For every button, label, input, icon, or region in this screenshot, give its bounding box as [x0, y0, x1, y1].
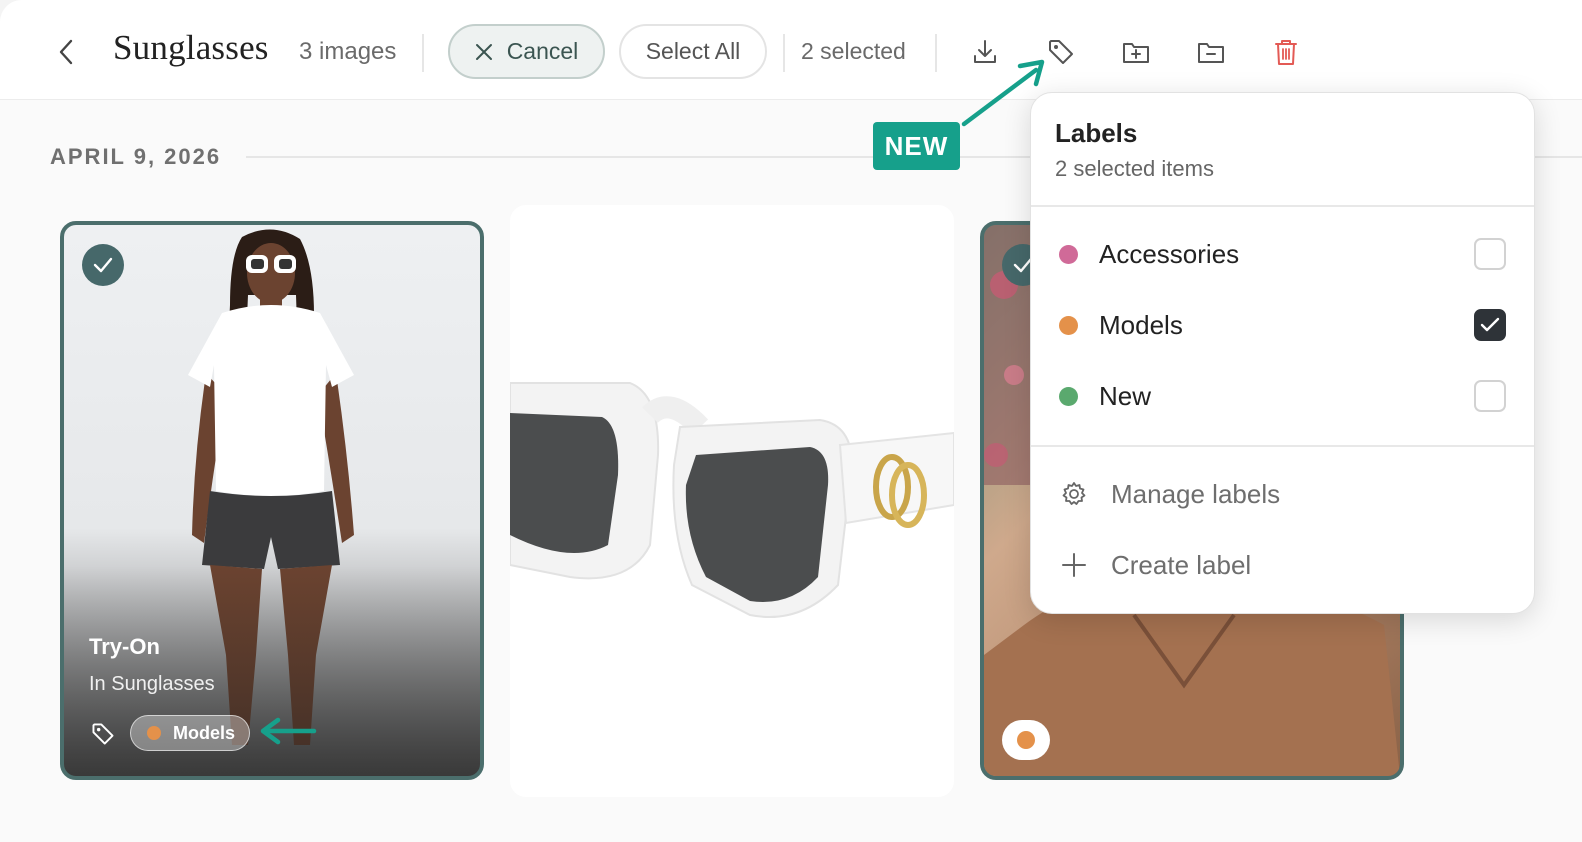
label-color-dot: [1059, 315, 1078, 335]
create-label-button[interactable]: Create label: [1031, 535, 1534, 595]
label-color-dot: [1059, 386, 1078, 406]
label-name: New: [1099, 380, 1152, 411]
cancel-label: Cancel: [506, 38, 579, 64]
sunglasses-photo: [510, 382, 954, 618]
new-badge: NEW: [873, 122, 960, 170]
plus-icon: [1059, 550, 1089, 580]
card-subtitle: In Sunglasses: [89, 673, 215, 695]
action-label: Manage labels: [1111, 478, 1281, 509]
label-color-dot: [147, 726, 161, 740]
divider: [935, 34, 937, 72]
label-chip[interactable]: Models: [130, 715, 250, 751]
tag-icon: [90, 721, 116, 752]
app-window: Sunglasses 3 images Cancel Select All 2 …: [0, 0, 1582, 842]
image-count: 3 images: [299, 38, 397, 65]
download-button[interactable]: [965, 32, 1005, 72]
folder-remove-icon: [1198, 43, 1224, 63]
check-icon: [1480, 317, 1500, 332]
back-button[interactable]: [48, 32, 84, 72]
page-title: Sunglasses: [113, 28, 269, 67]
delete-button[interactable]: [1266, 32, 1306, 72]
folder-add-icon: [1123, 43, 1149, 63]
label-color-dot: [1059, 244, 1078, 264]
image-card[interactable]: Try-On In Sunglasses Models: [60, 221, 484, 780]
image-card[interactable]: [510, 205, 954, 797]
label-button[interactable]: [1041, 32, 1081, 72]
cancel-button[interactable]: Cancel: [448, 24, 605, 79]
popover-title: Labels: [1055, 118, 1138, 148]
download-icon: [974, 40, 996, 63]
divider: [783, 34, 785, 72]
select-all-button[interactable]: Select All: [619, 24, 767, 79]
label-chip[interactable]: [1002, 720, 1050, 760]
trash-icon: [1275, 40, 1297, 65]
divider: [1031, 205, 1534, 207]
popover-subtitle: 2 selected items: [1055, 156, 1214, 181]
label-option-accessories[interactable]: Accessories: [1031, 222, 1534, 286]
check-icon: [93, 257, 113, 273]
top-bar: Sunglasses 3 images Cancel Select All 2 …: [0, 0, 1582, 100]
selected-count: 2 selected: [801, 38, 906, 64]
manage-labels-button[interactable]: Manage labels: [1031, 464, 1534, 524]
label-color-dot: [1017, 731, 1035, 749]
chevron-left-icon: [59, 39, 73, 65]
labels-popover: Labels 2 selected items Accessories Mode…: [1030, 92, 1535, 614]
gear-icon: [1059, 479, 1089, 509]
remove-from-folder-button[interactable]: [1191, 32, 1231, 72]
label-option-new[interactable]: New: [1031, 364, 1534, 428]
card-title: Try-On: [89, 634, 160, 659]
tag-icon: [1049, 40, 1073, 64]
divider: [422, 34, 424, 72]
card-overlay: [64, 566, 480, 776]
label-option-models[interactable]: Models: [1031, 293, 1534, 357]
action-label: Create label: [1111, 549, 1252, 580]
add-to-folder-button[interactable]: [1116, 32, 1156, 72]
label-checkbox[interactable]: [1474, 238, 1506, 270]
close-icon: [475, 43, 492, 60]
label-checkbox[interactable]: [1474, 309, 1506, 341]
selection-check[interactable]: [82, 244, 124, 286]
label-chip-text: Models: [173, 722, 236, 743]
divider: [1031, 445, 1534, 447]
label-checkbox[interactable]: [1474, 380, 1506, 412]
label-name: Accessories: [1099, 238, 1240, 269]
date-heading: APRIL 9, 2026: [50, 144, 222, 169]
label-name: Models: [1099, 309, 1183, 340]
select-all-label: Select All: [645, 38, 741, 64]
